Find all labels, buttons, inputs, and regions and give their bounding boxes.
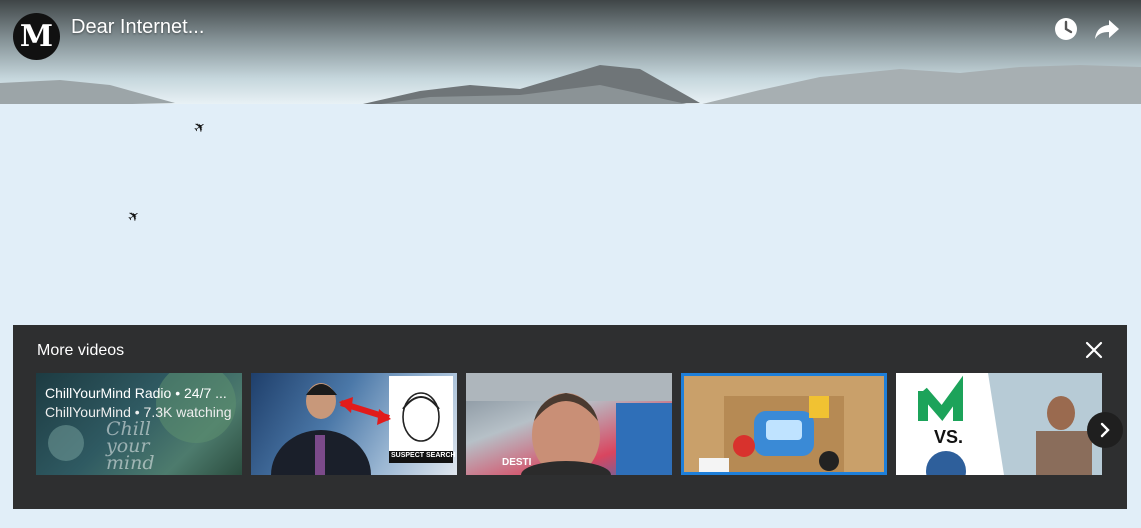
close-icon[interactable] [1083,339,1105,361]
more-videos-heading: More videos [37,342,125,359]
video-thumbnail[interactable]: Chill your mind ChillYourMind Radio • 24… [36,373,242,475]
video-thumbnail[interactable]: VS. [896,373,1102,475]
video-thumbnail[interactable]: SUSPECT SEARCH [251,373,457,475]
thumbnail-text: DESTI [502,457,532,468]
thumbnail-text: VS. [934,427,964,447]
video-player[interactable]: ✈ ✈ M Dear Internet... More videos Chill… [0,0,1141,528]
thumbnail-art [466,373,672,475]
thumbnail-art [896,373,1102,475]
thumbnail-caption: SUSPECT SEARCH [391,452,456,459]
video-thumbnail[interactable]: DESTI [466,373,672,475]
more-videos-panel: More videos Chill your mind ChillYourMin… [13,325,1127,509]
chevron-right-icon [1100,422,1110,438]
video-title[interactable]: Dear Internet... [71,16,204,39]
video-title: ChillYourMind Radio • 24/7 ... [45,385,227,401]
thumbnail-text: Chill your mind [106,418,155,474]
mountain-silhouette [0,65,1141,107]
clock-icon[interactable] [1052,15,1080,43]
channel-avatar[interactable]: M [13,13,60,60]
video-channel-viewers: ChillYourMind • 7.3K watching [45,404,232,420]
thumbnail-art [684,376,884,472]
next-button[interactable] [1087,412,1123,448]
video-thumbnail[interactable] [681,373,887,475]
player-top-bar: M Dear Internet... [0,0,1141,60]
thumbnail-art [271,376,453,475]
share-arrow-icon[interactable] [1093,15,1121,43]
